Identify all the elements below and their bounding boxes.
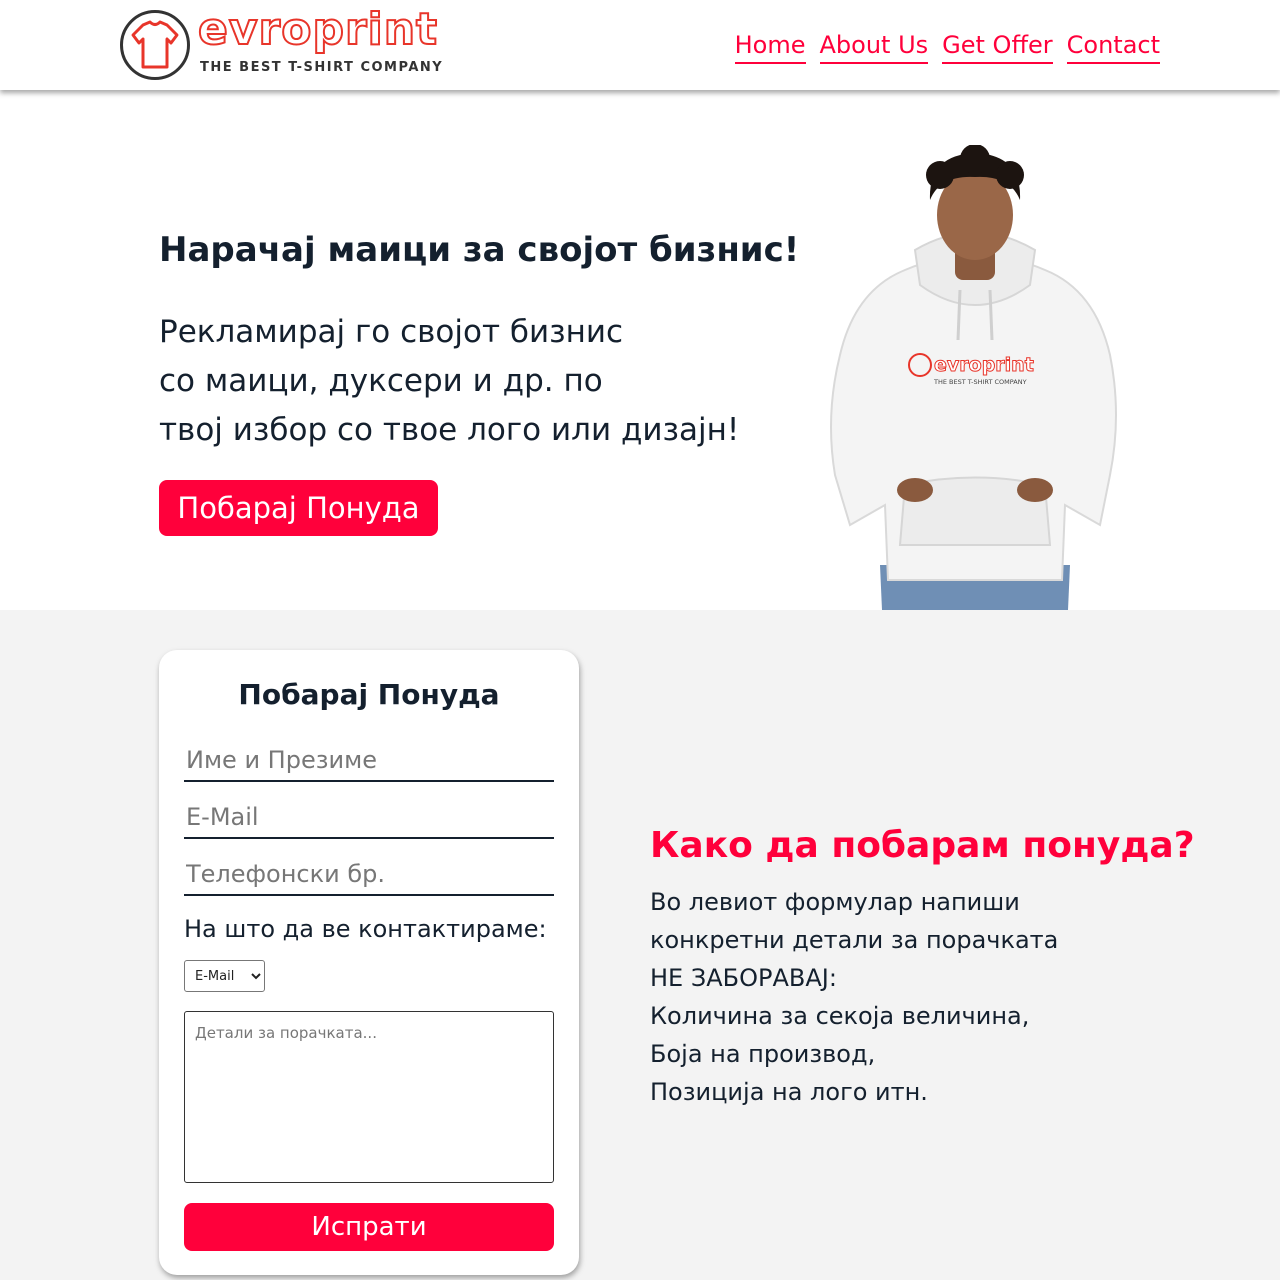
nav-get-offer-link[interactable]: Get Offer xyxy=(942,30,1053,64)
form-title: Побарај Понуда xyxy=(238,678,500,711)
order-details-textarea[interactable] xyxy=(184,1011,554,1183)
logo-wordmark: evroprint xyxy=(197,3,439,56)
contact-method-select[interactable]: E-Mail xyxy=(184,960,265,992)
hero-line: со маици, дуксери и др. по xyxy=(159,363,603,399)
instruction-line: Позиција на лого итн. xyxy=(650,1078,928,1106)
hero-title: Нарачај маици за својот бизнис! xyxy=(159,230,800,270)
how-to-instructions: Во левиот формулар напиши конкретни дета… xyxy=(650,883,1058,1111)
email-input[interactable] xyxy=(184,797,554,839)
instruction-line: конкретни детали за порачката xyxy=(650,926,1059,954)
nav-contact-link[interactable]: Contact xyxy=(1066,30,1160,64)
name-input[interactable] xyxy=(184,740,554,782)
phone-input[interactable] xyxy=(184,854,554,896)
contact-method-label: На што да ве контактираме: xyxy=(184,915,547,943)
offer-section: Побарај Понуда На што да ве контактираме… xyxy=(0,610,1280,1280)
evroprint-logo[interactable]: evroprint THE BEST T-SHIRT COMPANY xyxy=(120,3,500,82)
nav-about-link[interactable]: About Us xyxy=(819,30,929,64)
hero-line: твој избор со твое лого или дизајн! xyxy=(159,412,740,448)
instruction-line: Количина за секоја величина, xyxy=(650,1002,1030,1030)
tshirt-logo-icon xyxy=(120,10,190,80)
site-header: evroprint THE BEST T-SHIRT COMPANY Home … xyxy=(0,0,1280,90)
logo-tagline: THE BEST T-SHIRT COMPANY xyxy=(200,60,444,75)
submit-button[interactable]: Испрати xyxy=(184,1203,554,1251)
hoodie-print-wordmark: evroprint xyxy=(934,354,1034,376)
hero-description: Рекламирај го својот бизнис со маици, ду… xyxy=(159,308,779,455)
instruction-line: Боја на производ, xyxy=(650,1040,876,1068)
nav-home-link[interactable]: Home xyxy=(734,30,806,64)
request-offer-button[interactable]: Побарај Понуда xyxy=(159,480,438,536)
hero-line: Рекламирај го својот бизнис xyxy=(159,314,624,350)
instruction-line: НЕ ЗАБОРАВАЈ: xyxy=(650,964,837,992)
instruction-line: Во левиот формулар напиши xyxy=(650,888,1020,916)
hoodie-model-image: evroprint THE BEST T-SHIRT COMPANY xyxy=(810,144,1140,610)
hero-section: Нарачај маици за својот бизнис! Рекламир… xyxy=(0,90,1280,610)
offer-form-card: Побарај Понуда На што да ве контактираме… xyxy=(159,650,579,1275)
how-to-title: Како да побарам понуда? xyxy=(650,825,1195,866)
main-nav: Home About Us Get Offer Contact xyxy=(734,30,1160,64)
hoodie-print-tagline: THE BEST T-SHIRT COMPANY xyxy=(933,378,1027,386)
